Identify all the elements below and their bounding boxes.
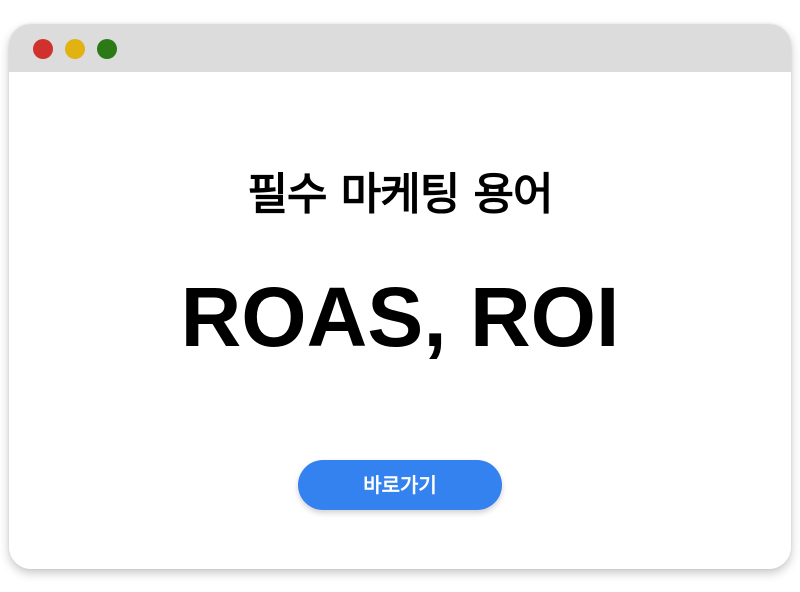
browser-window: 필수 마케팅 용어 ROAS, ROI 바로가기 (9, 24, 791, 569)
maximize-window-icon[interactable] (97, 39, 117, 59)
close-window-icon[interactable] (33, 39, 53, 59)
go-button[interactable]: 바로가기 (298, 460, 502, 510)
page-subtitle: 필수 마케팅 용어 (247, 169, 554, 220)
page-title: ROAS, ROI (180, 270, 620, 364)
window-content: 필수 마케팅 용어 ROAS, ROI 바로가기 (9, 72, 791, 569)
window-titlebar (9, 24, 791, 72)
minimize-window-icon[interactable] (65, 39, 85, 59)
